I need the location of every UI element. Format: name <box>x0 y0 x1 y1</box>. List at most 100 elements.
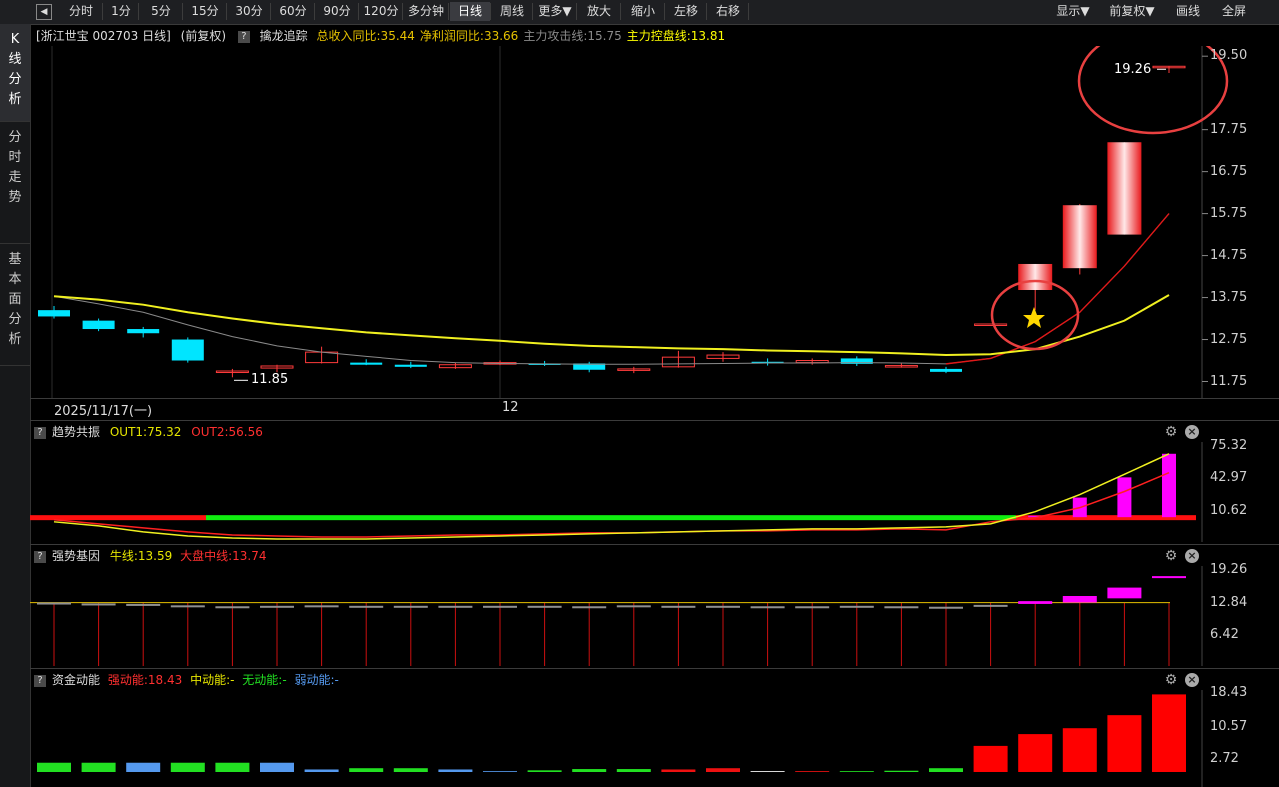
y-tick-label: 10.62 <box>1210 503 1248 518</box>
toolbar-item-13[interactable]: 缩小 <box>622 2 664 21</box>
toolbar-item-0[interactable]: 分时 <box>60 2 102 21</box>
toolbar-item-6[interactable]: 90分 <box>316 2 358 21</box>
gene-bar <box>304 605 339 608</box>
gear-icon[interactable]: ⚙ <box>1164 425 1178 439</box>
left-tab-char: 面 <box>8 292 22 307</box>
toolbar-item-3[interactable]: 15分 <box>184 2 226 21</box>
gene-bar <box>1152 576 1186 579</box>
toolbar-divider <box>490 3 491 20</box>
gear-icon[interactable]: ⚙ <box>1164 673 1178 687</box>
toolbar-right-item-2[interactable]: 画线 <box>1168 2 1208 21</box>
trend-resonance-chart[interactable] <box>30 442 1279 542</box>
high-price-label: 19.26 <box>1114 62 1152 77</box>
adjust-mode: (前复权) <box>180 29 227 43</box>
capital-momentum-chart[interactable] <box>30 690 1279 787</box>
energy-bar <box>126 762 161 772</box>
left-tab-bar: K线分析分时走势基本面分析 <box>0 24 31 787</box>
gene-bar <box>37 602 71 605</box>
help-icon[interactable]: ? <box>34 550 46 563</box>
energy-bar <box>661 769 696 772</box>
y-tick-label: 2.72 <box>1210 751 1239 766</box>
gene-bar <box>1062 596 1097 603</box>
panel1-title: 趋势共振 <box>52 425 101 439</box>
signal-bar <box>1162 453 1176 518</box>
energy-bar <box>839 771 874 772</box>
energy-bar <box>572 769 607 772</box>
close-icon[interactable]: × <box>1185 549 1199 563</box>
y-tick-label: 19.26 <box>1210 562 1248 577</box>
y-tick-label: 12.84 <box>1210 595 1248 610</box>
gene-bar <box>795 606 830 609</box>
y-tick-label: 16.75 <box>1210 164 1248 179</box>
y-tick-label: 11.75 <box>1210 374 1248 389</box>
help-icon[interactable]: ? <box>237 30 250 43</box>
y-tick-label: 19.50 <box>1210 48 1248 63</box>
toolbar-divider <box>314 3 315 20</box>
panel3-title: 资金动能 <box>52 673 101 687</box>
gene-bar <box>929 606 963 609</box>
toolbar-item-7[interactable]: 120分 <box>360 2 402 21</box>
y-tick-label: 42.97 <box>1210 470 1248 485</box>
gene-bar <box>1107 587 1142 599</box>
energy-bar <box>973 745 1008 772</box>
toolbar-item-9[interactable]: 日线 <box>450 2 490 21</box>
signal-band-green <box>206 515 1016 521</box>
toolbar-divider <box>138 3 139 20</box>
left-tab-1[interactable]: 分时走势 <box>0 122 30 244</box>
indicator-name: 擒龙追踪 <box>259 29 308 43</box>
toolbar-item-12[interactable]: 放大 <box>578 2 620 21</box>
gear-icon[interactable]: ⚙ <box>1164 549 1178 563</box>
toolbar-item-10[interactable]: 周线 <box>492 2 532 21</box>
toolbar-item-8[interactable]: 多分钟 <box>404 2 448 21</box>
energy-bar <box>349 768 384 772</box>
left-tab-char: 分 <box>8 312 22 327</box>
stock-title: [浙江世宝 002703 日线] <box>36 29 171 43</box>
candle-body <box>1107 142 1142 235</box>
gene-bar <box>260 605 294 608</box>
toolbar: ◀ 分时 1分 5分 15分 30分 60分 90分 120分 多分钟 日线 周线 更多▼ 放大 缩小 左移… <box>0 0 1279 25</box>
toolbar-right-item-3[interactable]: 全屏 <box>1214 2 1254 21</box>
close-icon[interactable]: × <box>1185 425 1199 439</box>
toolbar-item-14[interactable]: 左移 <box>666 2 706 21</box>
strength-gene-chart[interactable] <box>30 566 1279 666</box>
left-tab-0[interactable]: K线分析 <box>0 24 30 122</box>
toolbar-item-4[interactable]: 30分 <box>228 2 270 21</box>
candle-body <box>171 339 204 361</box>
toolbar-item-11[interactable]: 更多▼ <box>534 2 576 21</box>
left-tab-char: 析 <box>8 92 22 107</box>
candle-body <box>974 323 1008 326</box>
candle-body <box>127 329 160 334</box>
toolbar-item-15[interactable]: 右移 <box>708 2 748 21</box>
y-tick-label: 75.32 <box>1210 438 1248 453</box>
toolbar-item-5[interactable]: 60分 <box>272 2 314 21</box>
separator <box>30 420 1279 421</box>
left-tab-char: 线 <box>8 52 22 67</box>
panel3-header: ? 资金动能 强动能:18.43 中动能:- 无动能:- 弱动能:- <box>30 670 339 690</box>
kline-chart[interactable] <box>30 46 1279 398</box>
attack-line <box>53 213 1170 365</box>
toolbar-item-2[interactable]: 5分 <box>140 2 182 21</box>
toolbar-right-item-0[interactable]: 显示▼ <box>1050 2 1096 21</box>
energy-bar <box>1062 728 1097 772</box>
energy-bar <box>81 762 116 772</box>
energy-bar <box>260 762 294 772</box>
left-tab-2[interactable]: 基本面分析 <box>0 244 30 366</box>
gene-bar <box>81 603 116 606</box>
left-tab-char: 析 <box>8 332 22 347</box>
toolbar-item-1[interactable]: 1分 <box>104 2 138 21</box>
y-tick-label: 14.75 <box>1210 248 1248 263</box>
candle-body <box>1062 205 1097 269</box>
toolbar-divider <box>664 3 665 20</box>
panel2-title: 强势基因 <box>52 549 101 563</box>
energy-bar <box>929 768 963 772</box>
gene-bar <box>572 606 607 609</box>
help-icon[interactable]: ? <box>34 674 46 687</box>
back-icon[interactable]: ◀ <box>36 4 52 20</box>
candle-body <box>1018 263 1053 290</box>
close-icon[interactable]: × <box>1185 673 1199 687</box>
toolbar-divider <box>706 3 707 20</box>
energy-bar <box>1152 694 1186 772</box>
toolbar-right-item-1[interactable]: 前复权▼ <box>1102 2 1162 21</box>
energy-bar <box>884 770 919 772</box>
help-icon[interactable]: ? <box>34 426 46 439</box>
